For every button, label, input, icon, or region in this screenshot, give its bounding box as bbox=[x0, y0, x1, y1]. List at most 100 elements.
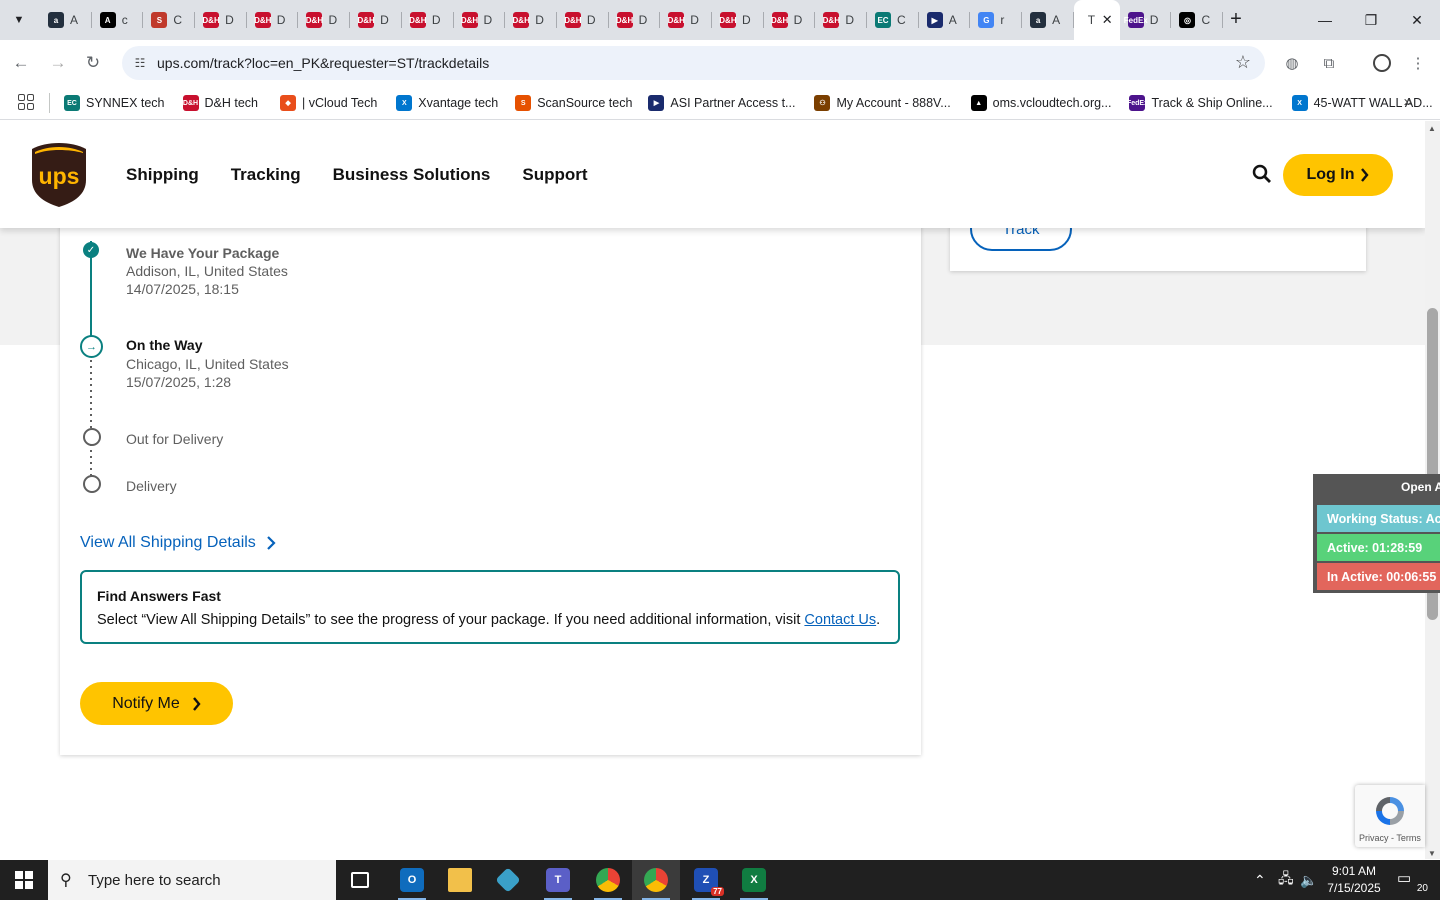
step-pending-circle-icon bbox=[83, 428, 101, 446]
bookmark-label: | vCloud Tech bbox=[302, 96, 378, 110]
tab-title: D bbox=[535, 13, 544, 27]
bookmark-item[interactable]: X Xvantage tech bbox=[396, 95, 498, 111]
start-button[interactable] bbox=[0, 860, 48, 900]
browser-tab[interactable]: D&H D bbox=[195, 0, 247, 40]
browser-tab[interactable]: D&H D bbox=[454, 0, 506, 40]
restore-icon[interactable]: ❐ bbox=[1351, 8, 1391, 32]
profile-icon[interactable] bbox=[1371, 52, 1393, 74]
scroll-down-arrow-icon[interactable]: ▼ bbox=[1428, 849, 1436, 858]
bookmark-item[interactable]: FedEx Track & Ship Online... bbox=[1127, 95, 1273, 111]
chrome-icon[interactable] bbox=[584, 860, 632, 900]
file-explorer-icon[interactable] bbox=[436, 860, 484, 900]
teams-icon[interactable]: T bbox=[534, 860, 582, 900]
working-status-bar: Working Status: Acti bbox=[1317, 505, 1440, 532]
bookmark-item[interactable]: S ScanSource tech bbox=[515, 95, 632, 111]
close-window-icon[interactable]: ✕ bbox=[1397, 8, 1437, 32]
browser-tab[interactable]: D&H D bbox=[557, 0, 609, 40]
network-icon[interactable]: 🖧 bbox=[1278, 860, 1294, 900]
notify-me-button[interactable]: Notify Me bbox=[80, 682, 233, 725]
extensions-icon[interactable]: ⧉ bbox=[1318, 52, 1340, 74]
taskbar-clock[interactable]: 9:01 AM 7/15/2025 bbox=[1322, 863, 1386, 897]
nav-support[interactable]: Support bbox=[522, 165, 587, 185]
tab-favicon-icon: D&H bbox=[668, 12, 685, 28]
browser-tab[interactable]: FedEx D bbox=[1120, 0, 1172, 40]
browser-tab[interactable]: D&H D bbox=[764, 0, 816, 40]
tray-chevron-icon[interactable]: ⌃ bbox=[1254, 860, 1266, 900]
tab-title: D bbox=[793, 13, 803, 27]
browser-tab[interactable]: D&H D bbox=[815, 0, 867, 40]
recaptcha-privacy-terms[interactable]: Privacy - Terms bbox=[1359, 833, 1421, 843]
browser-tab[interactable]: aA bbox=[40, 0, 92, 40]
chevron-right-icon bbox=[267, 536, 276, 550]
browser-tab[interactable]: D&H D bbox=[505, 0, 557, 40]
site-info-icon[interactable]: ☷ bbox=[130, 53, 150, 73]
ups-logo[interactable]: ups bbox=[31, 142, 87, 208]
notifications-icon[interactable]: ▭ 20 bbox=[1397, 869, 1429, 894]
app-diamond-icon[interactable] bbox=[484, 860, 532, 900]
tab-search-icon[interactable]: ▼ bbox=[6, 8, 32, 32]
bookmark-item[interactable]: ◆ | vCloud Tech bbox=[280, 95, 377, 111]
browser-tab[interactable]: D&H D bbox=[609, 0, 661, 40]
forward-icon[interactable]: → bbox=[45, 50, 71, 76]
outlook-icon[interactable]: O bbox=[388, 860, 436, 900]
contact-us-link[interactable]: Contact Us bbox=[804, 612, 876, 628]
translate-icon[interactable]: ◍ bbox=[1281, 52, 1303, 74]
nav-shipping[interactable]: Shipping bbox=[126, 165, 199, 185]
browser-tab[interactable]: aA bbox=[1022, 0, 1074, 40]
step-location: Chicago, IL, United States bbox=[126, 356, 289, 372]
browser-tab[interactable]: ◎ C bbox=[1171, 0, 1223, 40]
step-current-arrow-icon: → bbox=[80, 335, 103, 358]
minimize-icon[interactable]: — bbox=[1305, 8, 1345, 32]
chevron-right-icon bbox=[192, 696, 201, 711]
browser-tab[interactable]: Gr bbox=[970, 0, 1022, 40]
answers-suffix: . bbox=[876, 612, 881, 628]
zoho-icon[interactable]: Z 77 bbox=[682, 860, 730, 900]
browser-tab[interactable]: D&H D bbox=[402, 0, 454, 40]
bookmark-item[interactable]: EC SYNNEX tech bbox=[64, 95, 165, 111]
recaptcha-icon bbox=[1376, 797, 1404, 825]
bookmark-item[interactable]: ▲ oms.vcloudtech.org... bbox=[970, 95, 1111, 111]
recaptcha-badge[interactable]: Privacy - Terms bbox=[1355, 785, 1425, 847]
browser-tab-active[interactable]: T ✕ bbox=[1073, 0, 1120, 40]
close-tab-icon[interactable]: ✕ bbox=[1102, 12, 1113, 28]
browser-tab[interactable]: D&H D bbox=[298, 0, 350, 40]
open-app-link[interactable]: Open A bbox=[1313, 480, 1440, 494]
back-icon[interactable]: ← bbox=[8, 50, 34, 76]
bookmark-label: ASI Partner Access t... bbox=[670, 96, 796, 110]
browser-tab[interactable]: D&H D bbox=[247, 0, 299, 40]
search-icon[interactable] bbox=[1251, 163, 1273, 185]
nav-tracking[interactable]: Tracking bbox=[231, 165, 301, 185]
view-all-shipping-details-link[interactable]: View All Shipping Details bbox=[80, 534, 276, 552]
bookmark-item[interactable]: D&H D&H tech bbox=[182, 95, 258, 111]
browser-tab[interactable]: SC bbox=[143, 0, 195, 40]
volume-icon[interactable]: 🔈 bbox=[1300, 860, 1317, 900]
bookmark-item[interactable]: ⚇ My Account - 888V... bbox=[814, 95, 951, 111]
bookmark-star-icon[interactable]: ☆ bbox=[1235, 52, 1251, 73]
excel-icon[interactable]: X bbox=[730, 860, 778, 900]
browser-tab[interactable]: ▶ A bbox=[919, 0, 971, 40]
url-text[interactable]: ups.com/track?loc=en_PK&requester=ST/tra… bbox=[157, 55, 489, 71]
nav-business-solutions[interactable]: Business Solutions bbox=[333, 165, 491, 185]
apps-grid-icon[interactable] bbox=[18, 94, 34, 110]
more-bookmarks-icon[interactable]: » bbox=[1404, 93, 1412, 110]
menu-icon[interactable]: ⋮ bbox=[1407, 52, 1429, 74]
browser-tab[interactable]: D&H D bbox=[350, 0, 402, 40]
bookmark-item[interactable]: ▶ ASI Partner Access t... bbox=[648, 95, 795, 111]
bookmark-favicon-icon: X bbox=[396, 95, 413, 111]
browser-tab[interactable]: EC C bbox=[867, 0, 919, 40]
scroll-up-arrow-icon[interactable]: ▲ bbox=[1428, 124, 1436, 133]
task-view-icon[interactable] bbox=[336, 860, 384, 900]
address-bar[interactable]: ☷ ups.com/track?loc=en_PK&requester=ST/t… bbox=[122, 46, 1265, 80]
browser-tab[interactable]: D&H D bbox=[712, 0, 764, 40]
taskbar-search-box[interactable]: ⚲ Type here to search bbox=[48, 860, 336, 900]
chrome-active-icon[interactable] bbox=[632, 860, 680, 900]
find-answers-box: Find Answers Fast Select “View All Shipp… bbox=[80, 570, 900, 644]
log-in-button[interactable]: Log In bbox=[1283, 154, 1393, 196]
browser-tab[interactable]: Ac bbox=[92, 0, 144, 40]
new-tab-icon[interactable]: + bbox=[1225, 8, 1247, 32]
step-title: On the Way bbox=[126, 337, 203, 353]
step-pending-circle-icon bbox=[83, 475, 101, 493]
reload-icon[interactable]: ↻ bbox=[80, 50, 106, 76]
step-time: 15/07/2025, 1:28 bbox=[126, 374, 232, 390]
browser-tab[interactable]: D&H D bbox=[660, 0, 712, 40]
